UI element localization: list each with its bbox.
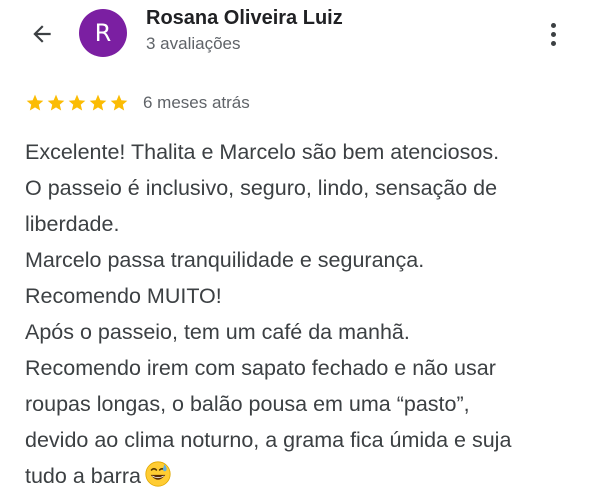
review-text-line: roupas longas, o balão pousa em uma “pas…: [25, 386, 585, 422]
star-icon: [89, 94, 107, 111]
review-text-line: devido ao clima noturno, a grama fica úm…: [25, 422, 585, 458]
more-vert-icon-dot: [550, 40, 556, 46]
rating-row: 6 meses atrás: [25, 91, 250, 115]
review-text-line-content: tudo a barra: [25, 464, 141, 488]
review-text-line-content: O passeio é inclusivo, seguro, lindo, se…: [25, 176, 498, 200]
review-text-line-content: Excelente! Thalita e Marcelo são bem ate…: [25, 140, 500, 164]
star-icon: [26, 94, 44, 111]
review-text-line-content: Após o passeio, tem um café da manhã.: [25, 320, 410, 344]
review-text-line-content: liberdade.: [25, 212, 120, 236]
review-time: 6 meses atrás: [143, 93, 250, 112]
review-body: Excelente! Thalita e Marcelo são bem ate…: [25, 134, 585, 494]
star-icon: [110, 94, 128, 111]
review-text-line-content: devido ao clima noturno, a grama fica úm…: [25, 428, 512, 452]
review-text-line: liberdade.: [25, 206, 585, 242]
avatar-letter: R: [94, 19, 112, 47]
review-text-line: Marcelo passa tranquilidade e segurança.: [25, 242, 585, 278]
back-button[interactable]: [24, 16, 60, 52]
review-text-line: Após o passeio, tem um café da manhã.: [25, 314, 585, 350]
star-icon: [68, 94, 86, 111]
star-icon: [47, 94, 65, 111]
star-rating: [25, 93, 129, 113]
review-text-line-content: roupas longas, o balão pousa em uma “pas…: [25, 392, 470, 416]
review-text-line: tudo a barra: [25, 458, 585, 494]
review-text-line-content: Marcelo passa tranquilidade e segurança.: [25, 248, 425, 272]
more-vert-icon: [550, 22, 556, 28]
review-text-line-content: Recomendo irem com sapato fechado e não …: [25, 356, 496, 380]
review-text-line: Recomendo irem com sapato fechado e não …: [25, 350, 585, 386]
avatar[interactable]: R: [79, 9, 127, 57]
user-review-count: 3 avaliações: [146, 34, 241, 53]
more-vert-icon-dot: [550, 31, 556, 37]
grinning-face-with-sweat-emoji: [145, 461, 171, 487]
review-text-line: O passeio é inclusivo, seguro, lindo, se…: [25, 170, 585, 206]
review-text-line: Excelente! Thalita e Marcelo são bem ate…: [25, 134, 585, 170]
review-text-line-content: Recomendo MUITO!: [25, 284, 222, 308]
arrow-back-icon: [33, 25, 51, 43]
review-header: R Rosana Oliveira Luiz 3 avaliações: [0, 0, 595, 70]
review-text-line: Recomendo MUITO!: [25, 278, 585, 314]
more-options-button[interactable]: [538, 14, 568, 54]
user-name[interactable]: Rosana Oliveira Luiz: [146, 7, 343, 30]
